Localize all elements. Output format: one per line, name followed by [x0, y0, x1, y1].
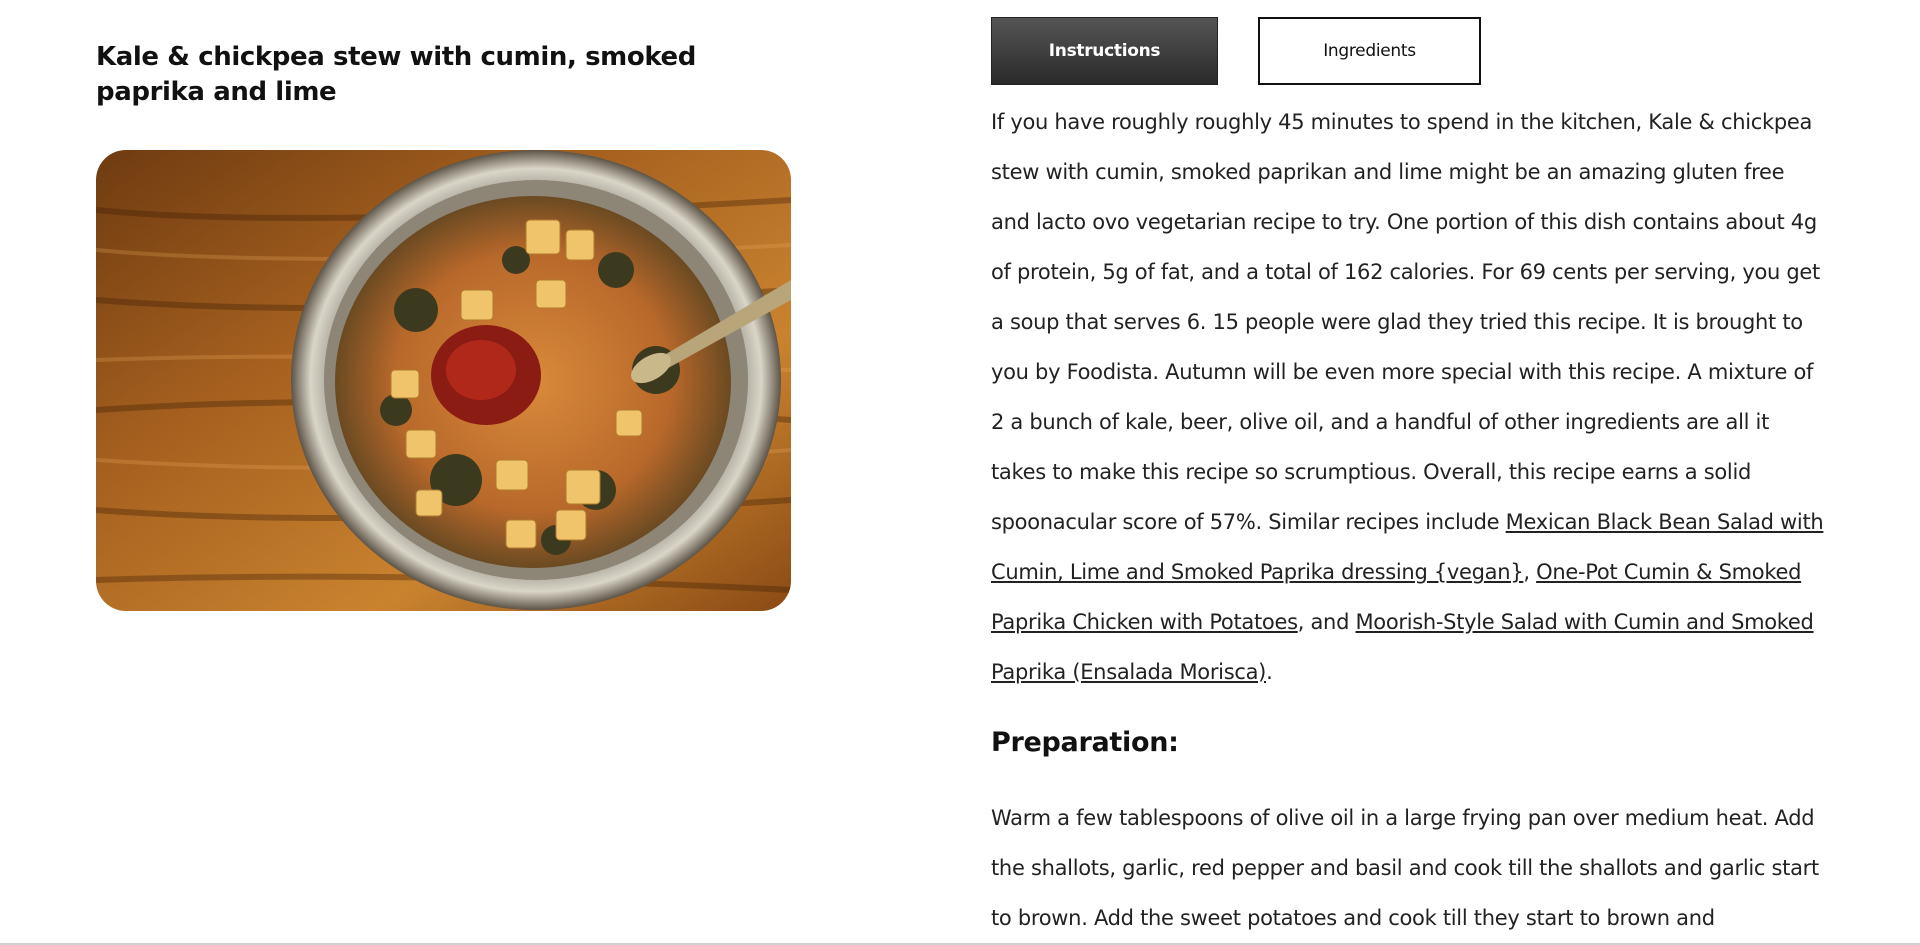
stew-bowl-illustration: [96, 150, 791, 611]
recipe-page: Kale & chickpea stew with cumin, smoked …: [0, 0, 1920, 945]
recipe-left-column: Kale & chickpea stew with cumin, smoked …: [96, 40, 796, 611]
tab-ingredients[interactable]: Ingredients: [1258, 17, 1481, 85]
recipe-title: Kale & chickpea stew with cumin, smoked …: [96, 42, 696, 107]
recipe-summary: If you have roughly roughly 45 minutes t…: [991, 97, 1827, 697]
preparation-heading: Preparation:: [991, 727, 1179, 758]
recipe-right-column: Instructions Ingredients If you have rou…: [991, 17, 1827, 943]
recipe-tabs: Instructions Ingredients: [991, 17, 1827, 85]
summary-separator-2: , and: [1297, 610, 1356, 634]
preparation-text: Warm a few tablespoons of olive oil in a…: [991, 806, 1819, 930]
recipe-image: [96, 150, 791, 611]
summary-separator-1: ,: [1523, 560, 1537, 584]
tab-instructions[interactable]: Instructions: [991, 17, 1218, 85]
summary-text: If you have roughly roughly 45 minutes t…: [991, 110, 1820, 534]
summary-end: .: [1266, 660, 1273, 684]
